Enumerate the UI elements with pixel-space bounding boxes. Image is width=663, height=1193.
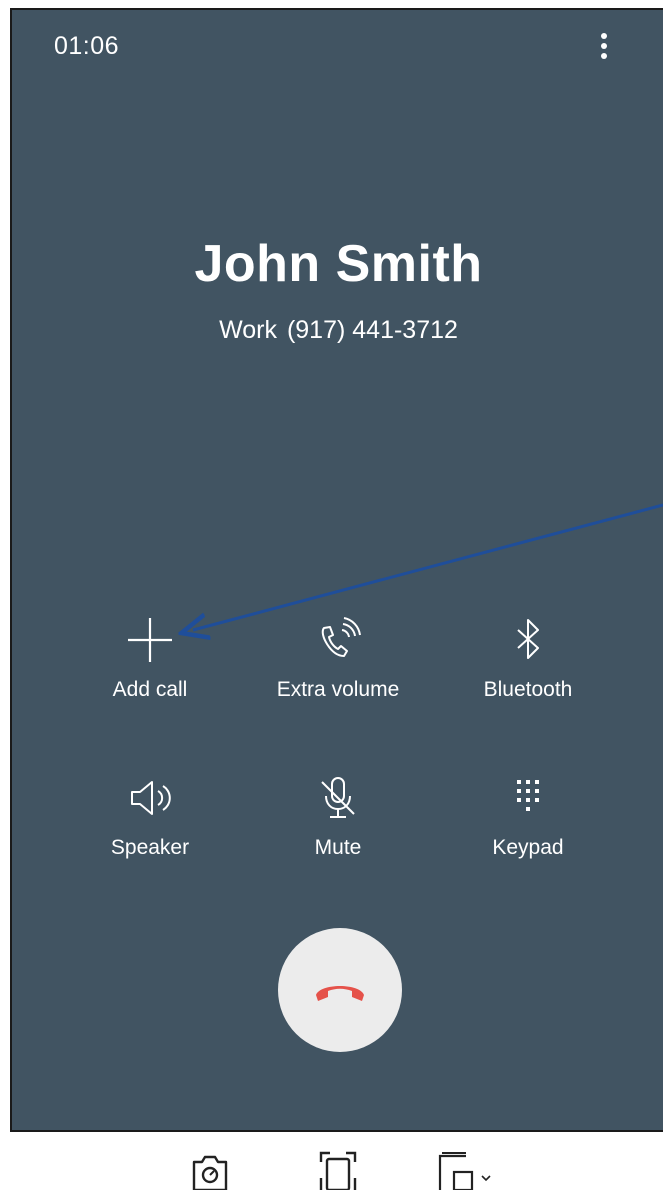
bottom-toolbar xyxy=(0,1132,663,1193)
screenshot-frame: 01:06 John Smith Work (917) 441-3712 Add … xyxy=(0,0,663,1193)
screenshot-frame-icon[interactable] xyxy=(318,1150,358,1190)
camera-icon[interactable] xyxy=(190,1150,230,1190)
window-switch-icon[interactable] xyxy=(436,1150,500,1190)
annotation-arrow xyxy=(0,503,663,1193)
